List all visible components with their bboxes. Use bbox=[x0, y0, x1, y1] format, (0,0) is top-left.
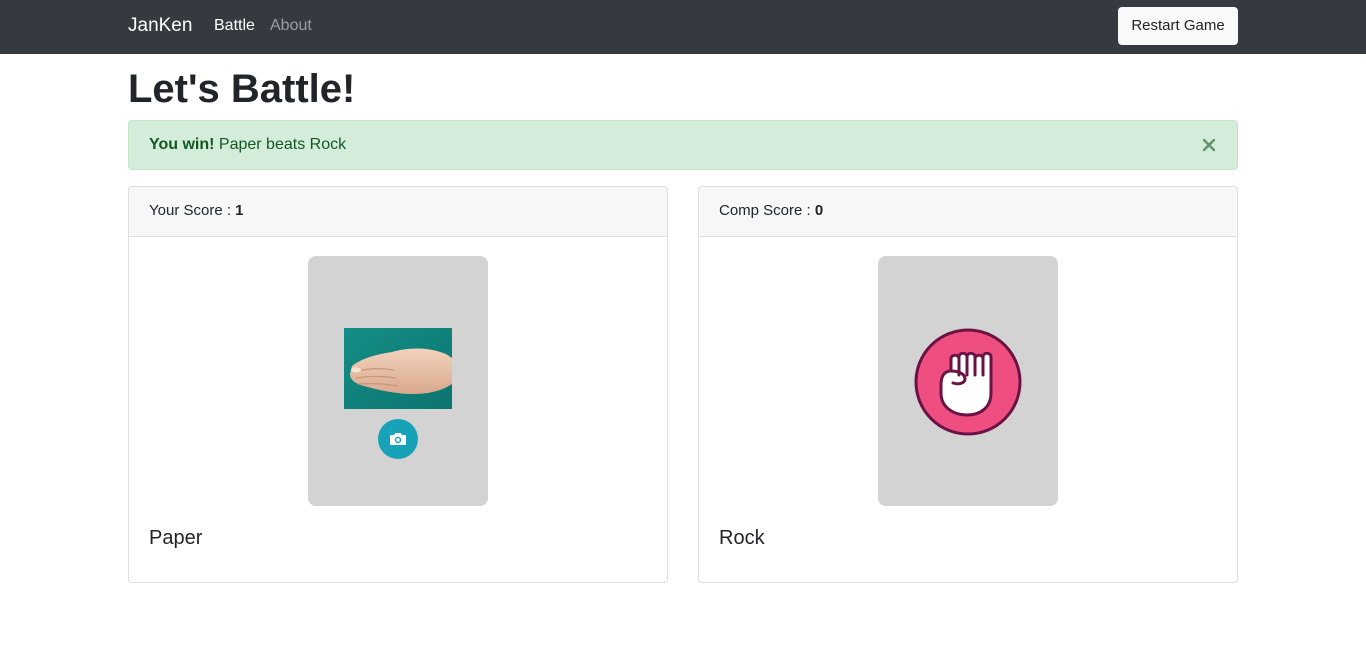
computer-score-value: 0 bbox=[814, 202, 824, 219]
alert-message: Paper beats Rock bbox=[214, 136, 347, 153]
player-hand-box bbox=[308, 256, 488, 506]
computer-hand-box bbox=[878, 256, 1058, 506]
computer-score-header: Comp Score : 0 bbox=[699, 187, 1237, 237]
camera-icon bbox=[390, 433, 406, 445]
camera-button[interactable] bbox=[378, 419, 418, 459]
player-card: Your Score : 1 Paper bbox=[128, 186, 668, 583]
nav-link-about[interactable]: About bbox=[270, 17, 312, 35]
player-score-label: Your Score : bbox=[149, 202, 236, 219]
alert-text: You win! Paper beats Rock bbox=[149, 136, 346, 154]
player-choice: Paper bbox=[149, 527, 203, 549]
navbar: JanKen Battle About Restart Game bbox=[0, 0, 1366, 54]
close-icon[interactable] bbox=[1201, 133, 1217, 157]
fist-icon bbox=[913, 327, 1023, 437]
camera-photo bbox=[344, 328, 452, 409]
computer-card: Comp Score : 0 Rock bbox=[698, 186, 1238, 583]
result-alert: You win! Paper beats Rock bbox=[128, 120, 1238, 170]
restart-game-button[interactable]: Restart Game bbox=[1118, 7, 1238, 45]
computer-choice: Rock bbox=[719, 527, 765, 549]
brand-logo[interactable]: JanKen bbox=[128, 15, 192, 37]
player-score-header: Your Score : 1 bbox=[129, 187, 667, 237]
alert-strong: You win! bbox=[149, 136, 215, 153]
player-score-value: 1 bbox=[235, 202, 244, 219]
nav-link-battle[interactable]: Battle bbox=[214, 17, 255, 35]
page-title: Let's Battle! bbox=[128, 67, 356, 111]
computer-score-label: Comp Score : bbox=[719, 202, 815, 219]
